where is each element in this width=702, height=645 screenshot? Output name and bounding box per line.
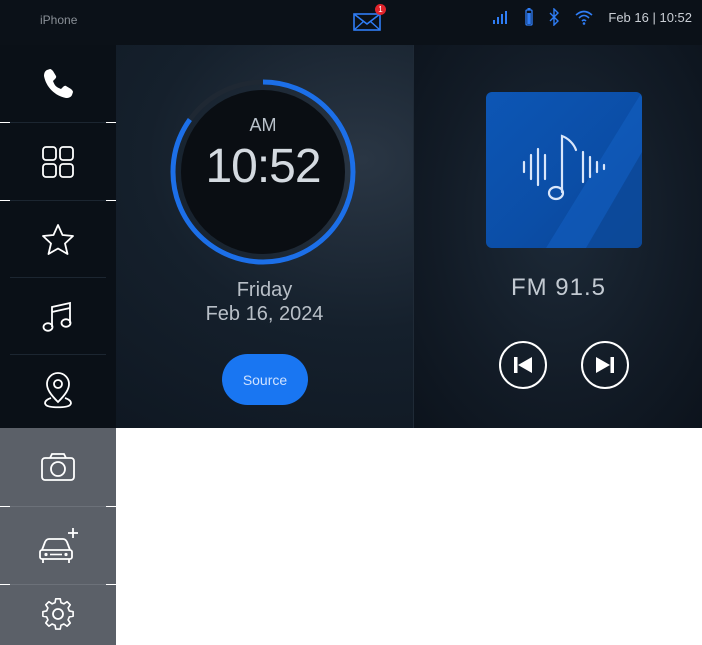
main-content: AM 10:52 Friday Feb 16, 2024 Source FM 9…	[116, 45, 702, 428]
clock-date: Feb 16, 2024	[205, 303, 324, 325]
location-pin-icon	[44, 371, 72, 408]
clock-widget[interactable]: AM 10:52	[168, 77, 358, 267]
radio-frequency: FM 91.5	[510, 274, 607, 301]
star-icon	[42, 223, 74, 255]
previous-track-button[interactable]	[498, 340, 548, 390]
clock-time: 10:52	[205, 140, 321, 193]
audio-wave-music-icon	[522, 92, 642, 248]
sidebar-item-music[interactable]	[0, 278, 116, 355]
camera-icon	[41, 453, 75, 481]
status-datetime: Feb 16 | 10:52	[608, 9, 692, 25]
sidebar-item-navigation[interactable]	[0, 355, 116, 428]
sidebar-item-add-vehicle[interactable]	[0, 507, 116, 584]
next-track-button[interactable]	[580, 340, 630, 390]
grid-icon	[42, 145, 74, 178]
clock-period: AM	[249, 115, 277, 135]
bluetooth-icon	[549, 8, 560, 26]
status-bar: iPhone 1 Feb 16 | 10:52	[0, 0, 702, 46]
album-art[interactable]	[486, 92, 642, 248]
clock-day: Friday	[236, 279, 293, 301]
sidebar	[0, 45, 116, 645]
sidebar-item-phone[interactable]	[0, 45, 116, 122]
skip-next-icon	[581, 341, 629, 389]
music-note-icon	[42, 301, 72, 332]
sidebar-item-settings[interactable]	[0, 585, 116, 645]
radio-panel: FM 91.5	[413, 45, 702, 428]
signal-icon	[493, 11, 508, 24]
sidebar-item-favorites[interactable]	[0, 201, 116, 278]
phone-icon	[44, 68, 73, 98]
gear-icon	[42, 597, 74, 630]
battery-icon	[525, 8, 534, 26]
source-button[interactable]: Source	[222, 354, 308, 405]
sidebar-item-apps[interactable]	[0, 123, 116, 200]
sidebar-item-camera[interactable]	[0, 428, 116, 506]
mail-notification[interactable]: 1	[353, 4, 386, 31]
mail-badge: 1	[375, 4, 386, 15]
wifi-icon	[575, 10, 593, 25]
car-add-icon	[39, 527, 78, 563]
device-name: iPhone	[40, 13, 78, 27]
skip-previous-icon	[499, 341, 547, 389]
clock-panel: AM 10:52 Friday Feb 16, 2024 Source	[116, 45, 413, 428]
